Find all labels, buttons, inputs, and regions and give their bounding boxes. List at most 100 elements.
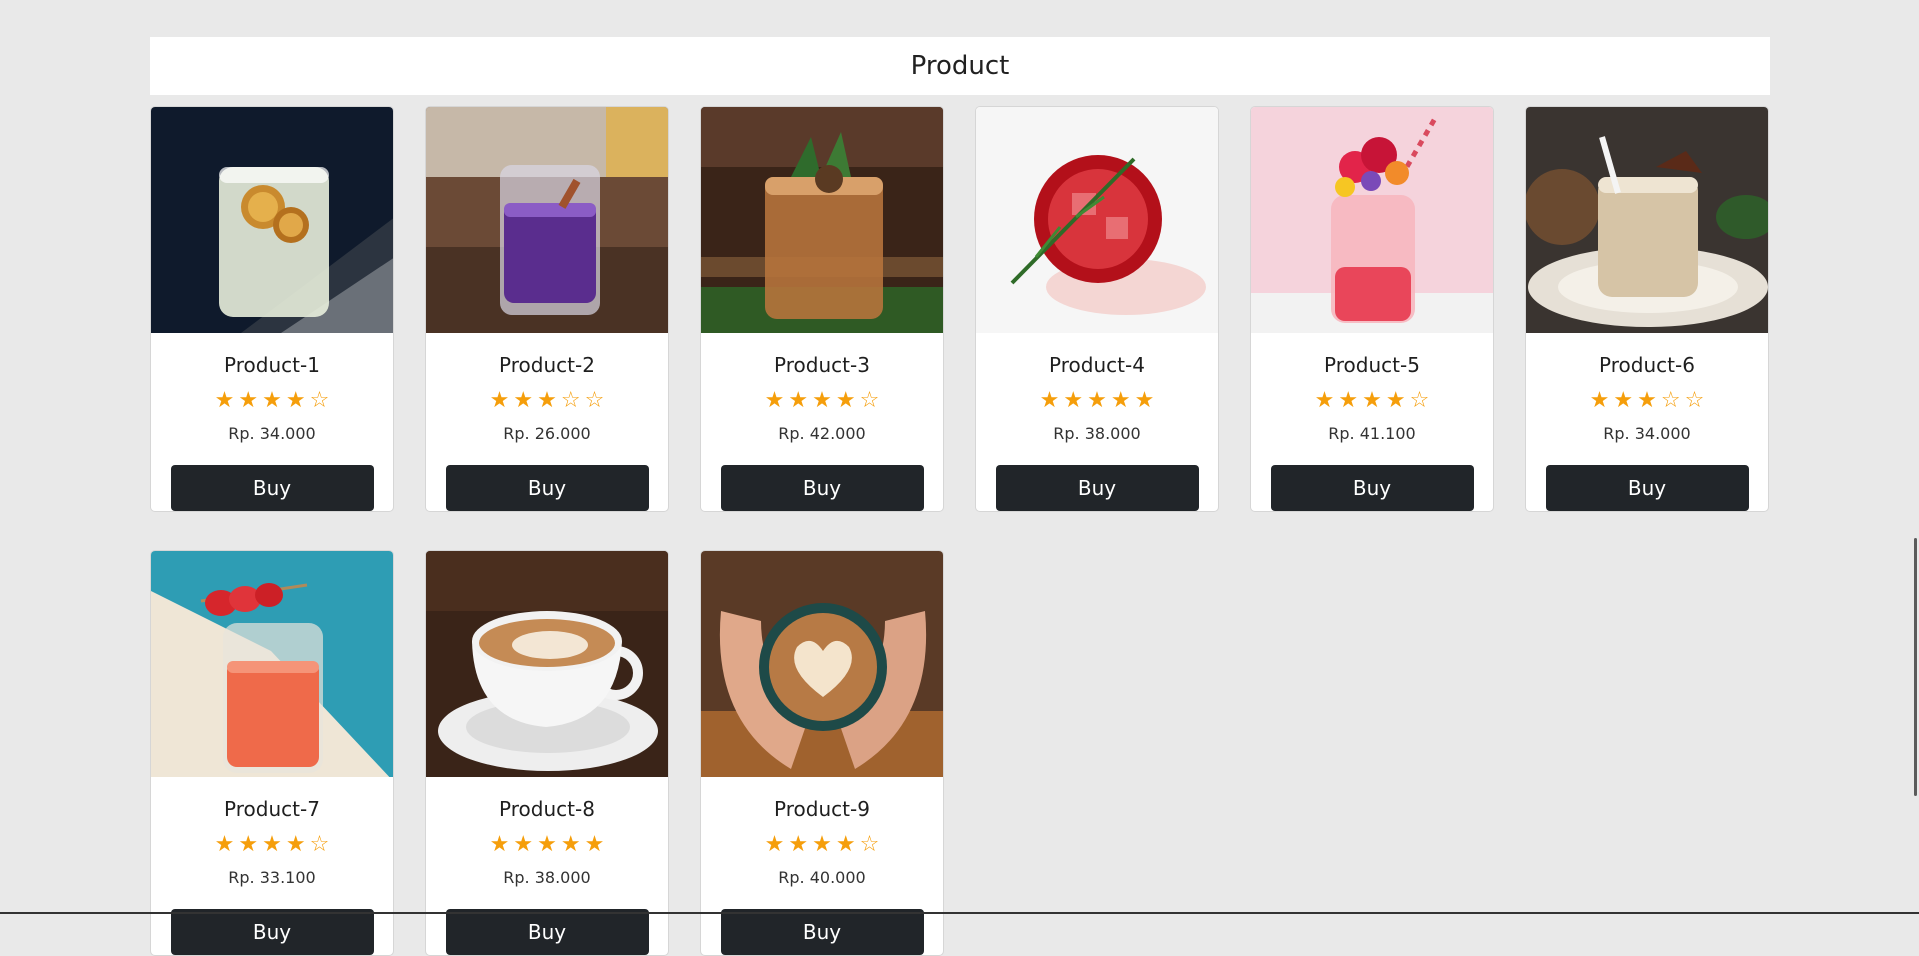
product-price: Rp. 42.000 <box>778 424 866 443</box>
star-filled-icon: ★ <box>835 832 856 857</box>
star-filled-icon: ★ <box>262 388 282 413</box>
product-card: Product-1 ★ ★ ★ ★ ☆ Rp. 34.000 Buy <box>150 106 394 512</box>
product-name: Product-4 <box>1049 353 1145 377</box>
product-name: Product-6 <box>1599 353 1695 377</box>
product-price: Rp. 38.000 <box>503 868 591 887</box>
star-filled-icon: ★ <box>1338 388 1359 413</box>
buy-button[interactable]: Buy <box>445 909 649 955</box>
buy-button[interactable]: Buy <box>720 909 924 955</box>
star-filled-icon: ★ <box>513 832 534 857</box>
product-name: Product-3 <box>774 353 870 377</box>
star-empty-icon: ☆ <box>309 388 330 413</box>
star-empty-icon: ☆ <box>309 832 330 857</box>
star-empty-icon: ☆ <box>1409 388 1430 413</box>
product-card: Product-8 ★ ★ ★ ★ ★ Rp. 38.000 Buy <box>425 550 669 956</box>
product-card: Product-5 ★ ★ ★ ★ ☆ Rp. 41.100 Buy <box>1250 106 1494 512</box>
red-drink-rosemary-image <box>976 107 1218 333</box>
buy-button[interactable]: Buy <box>170 465 374 511</box>
star-filled-icon: ★ <box>285 832 306 857</box>
rating-stars: ★ ★ ★ ★ ☆ <box>151 834 393 856</box>
star-filled-icon: ★ <box>1589 388 1610 413</box>
star-filled-icon: ★ <box>214 832 235 857</box>
product-name: Product-2 <box>499 353 595 377</box>
product-card: Product-7 ★ ★ ★ ★ ☆ Rp. 33.100 Buy <box>150 550 394 956</box>
buy-button[interactable]: Buy <box>170 909 374 955</box>
product-price: Rp. 34.000 <box>1603 424 1691 443</box>
coconut-drink-image <box>1526 107 1768 333</box>
star-filled-icon: ★ <box>238 832 259 857</box>
whiskey-cocktail-image <box>701 107 943 333</box>
product-header: Product <box>150 37 1770 95</box>
star-filled-icon: ★ <box>835 388 856 413</box>
star-filled-icon: ★ <box>513 388 534 413</box>
product-price: Rp. 34.000 <box>228 424 316 443</box>
star-filled-icon: ★ <box>214 388 235 413</box>
star-empty-icon: ☆ <box>1660 388 1681 413</box>
rating-stars: ★ ★ ★ ★ ★ <box>976 390 1218 412</box>
star-filled-icon: ★ <box>1362 388 1382 413</box>
buy-button[interactable]: Buy <box>720 465 924 511</box>
star-empty-icon: ☆ <box>859 388 880 413</box>
star-empty-icon: ☆ <box>584 388 605 413</box>
rating-stars: ★ ★ ★ ★ ☆ <box>701 390 943 412</box>
star-empty-icon: ☆ <box>560 388 581 413</box>
star-filled-icon: ★ <box>262 832 282 857</box>
rating-stars: ★ ★ ★ ★ ★ <box>426 834 668 856</box>
product-card: Product-6 ★ ★ ★ ☆ ☆ Rp. 34.000 Buy <box>1525 106 1769 512</box>
star-filled-icon: ★ <box>1385 388 1406 413</box>
rating-stars: ★ ★ ★ ★ ☆ <box>701 834 943 856</box>
rating-stars: ★ ★ ★ ★ ☆ <box>151 390 393 412</box>
product-card: Product-4 ★ ★ ★ ★ ★ Rp. 38.000 Buy <box>975 106 1219 512</box>
star-filled-icon: ★ <box>1314 388 1335 413</box>
strawberry-drink-image <box>151 551 393 777</box>
star-filled-icon: ★ <box>1110 388 1131 413</box>
rating-stars: ★ ★ ★ ☆ ☆ <box>1526 390 1768 412</box>
star-filled-icon: ★ <box>764 832 785 857</box>
buy-button[interactable]: Buy <box>1270 465 1474 511</box>
star-filled-icon: ★ <box>1637 388 1657 413</box>
product-card: Product-2 ★ ★ ★ ☆ ☆ Rp. 26.000 Buy <box>425 106 669 512</box>
star-filled-icon: ★ <box>489 832 510 857</box>
product-card: Product-3 ★ ★ ★ ★ ☆ Rp. 42.000 Buy <box>700 106 944 512</box>
star-filled-icon: ★ <box>812 388 832 413</box>
product-name: Product-7 <box>224 797 320 821</box>
product-price: Rp. 40.000 <box>778 868 866 887</box>
star-filled-icon: ★ <box>537 388 557 413</box>
star-empty-icon: ☆ <box>1684 388 1705 413</box>
product-card: Product-9 ★ ★ ★ ★ ☆ Rp. 40.000 Buy <box>700 550 944 956</box>
latte-hands-image <box>701 551 943 777</box>
page-title: Product <box>910 51 1010 81</box>
rating-stars: ★ ★ ★ ☆ ☆ <box>426 390 668 412</box>
star-filled-icon: ★ <box>764 388 785 413</box>
product-price: Rp. 33.100 <box>228 868 316 887</box>
star-filled-icon: ★ <box>238 388 259 413</box>
product-name: Product-1 <box>224 353 320 377</box>
star-filled-icon: ★ <box>812 832 832 857</box>
product-price: Rp. 41.100 <box>1328 424 1416 443</box>
star-filled-icon: ★ <box>788 832 809 857</box>
buy-button[interactable]: Buy <box>1545 465 1749 511</box>
star-filled-icon: ★ <box>1134 388 1155 413</box>
rating-stars: ★ ★ ★ ★ ☆ <box>1251 390 1493 412</box>
star-empty-icon: ☆ <box>859 832 880 857</box>
product-price: Rp. 26.000 <box>503 424 591 443</box>
star-filled-icon: ★ <box>489 388 510 413</box>
product-name: Product-8 <box>499 797 595 821</box>
star-filled-icon: ★ <box>584 832 605 857</box>
star-filled-icon: ★ <box>285 388 306 413</box>
product-name: Product-9 <box>774 797 870 821</box>
star-filled-icon: ★ <box>537 832 557 857</box>
product-name: Product-5 <box>1324 353 1420 377</box>
buy-button[interactable]: Buy <box>445 465 649 511</box>
purple-drink-image <box>426 107 668 333</box>
star-filled-icon: ★ <box>1613 388 1634 413</box>
star-filled-icon: ★ <box>560 832 581 857</box>
lemon-cocktail-image <box>151 107 393 333</box>
latte-cup-image <box>426 551 668 777</box>
buy-button[interactable]: Buy <box>995 465 1199 511</box>
product-price: Rp. 38.000 <box>1053 424 1141 443</box>
star-filled-icon: ★ <box>1063 388 1084 413</box>
page-scrollbar[interactable] <box>1914 538 1917 796</box>
star-filled-icon: ★ <box>788 388 809 413</box>
star-filled-icon: ★ <box>1087 388 1107 413</box>
